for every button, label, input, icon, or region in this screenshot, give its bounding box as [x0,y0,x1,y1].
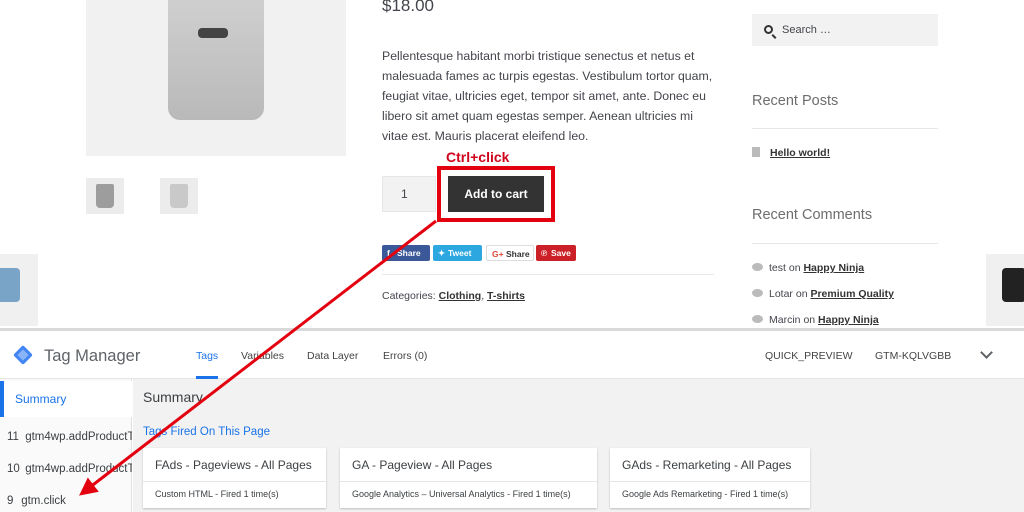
annotation-highlight-box [437,166,555,222]
recent-comment-item: Marcin on Happy Ninja [752,314,879,326]
tags-fired-heading: Tags Fired On This Page [143,426,270,438]
divider [752,128,938,129]
recent-comments-title: Recent Comments [752,207,873,223]
fired-tag-card[interactable]: FAds - Pageviews - All Pages Custom HTML… [143,448,326,508]
tab-variables[interactable]: Variables [241,350,284,362]
tag-manager-logo-icon [12,344,34,366]
googleplus-share-label: Share [506,249,530,259]
tab-data-layer[interactable]: Data Layer [307,350,358,362]
googleplus-share-button[interactable]: G+ Share [486,245,534,261]
tab-errors[interactable]: Errors (0) [383,350,427,362]
sidebar-item-summary[interactable]: Summary [0,381,132,417]
comment-post-link[interactable]: Premium Quality [810,288,893,300]
recent-post-item: Hello world! [752,147,830,159]
tag-name: GAds - Remarketing - All Pages [622,458,792,472]
pinterest-save-label: Save [551,248,571,258]
comment-icon [752,289,763,297]
recent-post-link[interactable]: Hello world! [770,147,830,159]
hoodie-icon [1002,268,1024,302]
category-link-tshirts[interactable]: T-shirts [487,290,525,302]
fired-tag-card[interactable]: GA - Pageview - All Pages Google Analyti… [340,448,597,508]
product-price: $18.00 [382,0,434,15]
comment-icon [752,315,763,323]
event-list-item[interactable]: 10 gtm4wp.addProductToCartEEC [0,463,132,475]
categories-label: Categories: [382,290,436,302]
tag-manager-debug-panel: Tag Manager Tags Variables Data Layer Er… [0,331,1024,512]
event-list-item[interactable]: 9 gtm.click [0,495,132,507]
related-product-left[interactable] [0,254,38,326]
event-number: 10 [7,463,20,475]
tab-tags[interactable]: Tags [196,350,218,362]
event-name: gtm4wp.addProductToCartEEC [25,463,132,475]
tag-detail: Custom HTML - Fired 1 time(s) [155,489,279,499]
comment-post-link[interactable]: Happy Ninja [818,314,879,326]
tag-name: GA - Pageview - All Pages [352,458,493,472]
preview-mode: QUICK_PREVIEW [765,350,853,362]
twitter-share-button[interactable]: ✦ Tweet [433,245,482,261]
tshirt-icon [0,268,20,302]
comment-icon [752,263,763,271]
tshirt-thumb-icon [170,184,188,208]
event-number: 9 [7,495,14,507]
product-description: Pellentesque habitant morbi tristique se… [382,49,713,143]
fired-tag-card[interactable]: GAds - Remarketing - All Pages Google Ad… [610,448,810,508]
tag-manager-header: Tag Manager Tags Variables Data Layer Er… [0,331,1024,379]
summary-heading: Summary [143,389,203,405]
comment-on: on [803,314,816,326]
container-id: GTM-KQLVGBB [875,350,952,362]
annotation-label: Ctrl+click [446,149,510,165]
product-categories: Categories: Clothing, T-shirts [382,290,525,302]
pinterest-save-button[interactable]: ℗ Save [536,245,576,261]
event-sidebar: Summary 11 gtm4wp.addProductToCartEEC 10… [0,379,132,512]
twitter-icon: ✦ [438,248,446,258]
recent-comment-item: test on Happy Ninja [752,262,864,274]
tag-detail: Google Ads Remarketing - Fired 1 time(s) [622,489,789,499]
product-image[interactable] [86,0,346,156]
pinterest-icon: ℗ [541,248,548,258]
app-title: Tag Manager [44,347,141,365]
quantity-input[interactable]: 1 [382,176,436,212]
product-thumbnail-2[interactable] [160,178,198,214]
document-icon [752,147,760,157]
event-list-item[interactable]: 11 gtm4wp.addProductToCartEEC [0,431,132,443]
tshirt-thumb-icon [96,184,114,208]
category-link-clothing[interactable]: Clothing [439,290,482,302]
tag-name: FAds - Pageviews - All Pages [155,458,312,472]
divider [382,274,714,275]
event-number: 11 [7,431,19,443]
comment-on: on [788,262,801,274]
search-placeholder: Search … [782,24,831,36]
twitter-share-label: Tweet [448,248,472,258]
search-input[interactable]: Search … [752,14,938,46]
comment-author: Lotar [769,288,793,300]
divider [752,243,938,244]
event-name: gtm.click [21,495,66,507]
googleplus-icon: G+ [492,249,504,259]
related-product-right[interactable] [986,254,1024,326]
tshirt-image-icon [168,0,264,120]
chevron-down-icon[interactable] [980,346,993,359]
facebook-share-label: Share [397,248,421,258]
comment-author: Marcin [769,314,801,326]
comment-post-link[interactable]: Happy Ninja [803,262,864,274]
tag-detail: Google Analytics – Universal Analytics -… [352,489,571,499]
comment-on: on [795,288,808,300]
facebook-share-button[interactable]: f Share [382,245,430,261]
recent-comment-item: Lotar on Premium Quality [752,288,894,300]
summary-content: Summary Tags Fired On This Page FAds - P… [133,379,1024,512]
search-icon [764,25,773,34]
event-name: gtm4wp.addProductToCartEEC [25,431,132,443]
storefront: $18.00 Pellentesque habitant morbi trist… [0,0,1024,330]
comment-author: test [769,262,786,274]
recent-posts-title: Recent Posts [752,93,839,109]
product-thumbnail-1[interactable] [86,178,124,214]
facebook-icon: f [387,248,390,258]
